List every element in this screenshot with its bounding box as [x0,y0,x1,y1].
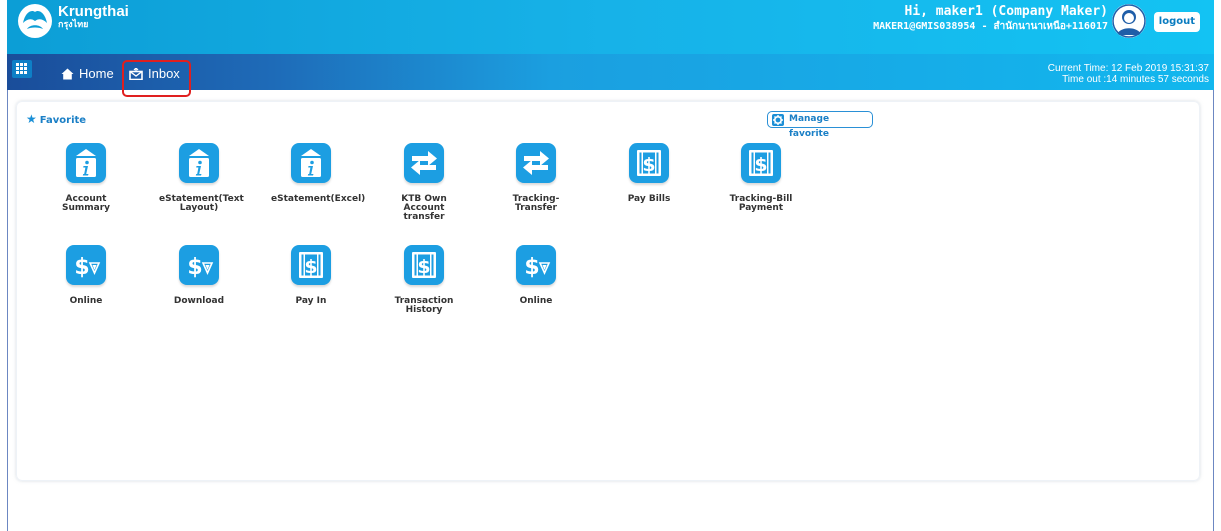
user-avatar-icon [1112,4,1146,38]
brand-subtitle: กรุงไทย [58,20,89,30]
dollar-down-icon: $ [66,245,106,285]
favorite-tile-label: Account Summary [61,194,111,213]
nav-home-label: Home [79,66,114,81]
logout-button[interactable]: logout [1153,12,1200,32]
avatar[interactable] [1112,4,1146,38]
info-document-icon [66,143,106,183]
info-document-icon [179,143,219,183]
user-greeting: Hi, maker1 (Company Maker) MAKER1@GMIS03… [873,4,1108,33]
favorite-tile-label: Online [69,296,103,306]
star-icon: ★ [26,112,37,126]
timeout-text: Time out :14 minutes 57 seconds [1062,74,1209,85]
brand-name: Krungthai [58,3,129,20]
favorite-tile-label: KTB Own Account transfer [401,194,447,222]
current-time: Current Time: 12 Feb 2019 15:31:37 [1047,63,1209,74]
home-icon [61,68,74,80]
svg-text:$: $ [304,256,317,278]
gear-icon [772,114,784,126]
favorite-tile-label: eStatement(Excel) [271,194,366,204]
dollar-down-icon: $ [179,245,219,285]
svg-text:$: $ [187,255,202,280]
svg-text:$: $ [754,154,767,176]
transfer-arrows-icon [516,143,556,183]
greeting-text: Hi, maker1 (Company Maker) [904,4,1109,19]
favorite-title: ★ Favorite [26,112,86,128]
manage-favorite-button[interactable]: Manage favorite [767,111,873,139]
user-id-text: MAKER1@GMIS038954 - สำนักนานาเหนือ+11601… [873,21,1108,32]
info-document-icon [291,143,331,183]
brand: Krungthai กรุงไทย [58,4,129,31]
apps-grid-icon[interactable] [12,60,32,78]
navbar: Home Inbox [7,54,1214,97]
dollar-down-icon: $ [516,245,556,285]
favorite-tile-label: Transaction History [394,296,454,315]
favorite-tile-label: Online [519,296,553,306]
favorite-title-text: Favorite [39,115,87,126]
svg-text:$: $ [642,154,655,176]
favorite-tile-label: eStatement(Text Layout) [159,194,244,213]
favorite-tile-label: Tracking-Transfer [512,194,560,213]
dollar-bill-icon: $ [291,245,331,285]
session-info: Current Time: 12 Feb 2019 15:31:37 Time … [1048,63,1209,85]
dollar-bill-icon: $ [629,143,669,183]
favorite-tile-label: Pay In [295,296,327,306]
svg-text:$: $ [417,256,430,278]
transfer-arrows-icon [404,143,444,183]
nav-home[interactable]: Home [61,66,114,82]
top-header: Krungthai กรุงไทย Hi, maker1 (Company Ma… [7,0,1214,97]
dollar-bill-icon: $ [404,245,444,285]
krungthai-logo-icon [18,4,52,38]
manage-favorite-label: Manage favorite [789,114,830,139]
favorite-tile-label: Pay Bills [627,194,671,204]
favorite-tile-label: Download [173,296,225,306]
svg-text:$: $ [74,255,89,280]
dollar-bill-icon: $ [741,143,781,183]
svg-text:$: $ [524,255,539,280]
favorite-tile-label: Tracking-Bill Payment [729,194,793,213]
